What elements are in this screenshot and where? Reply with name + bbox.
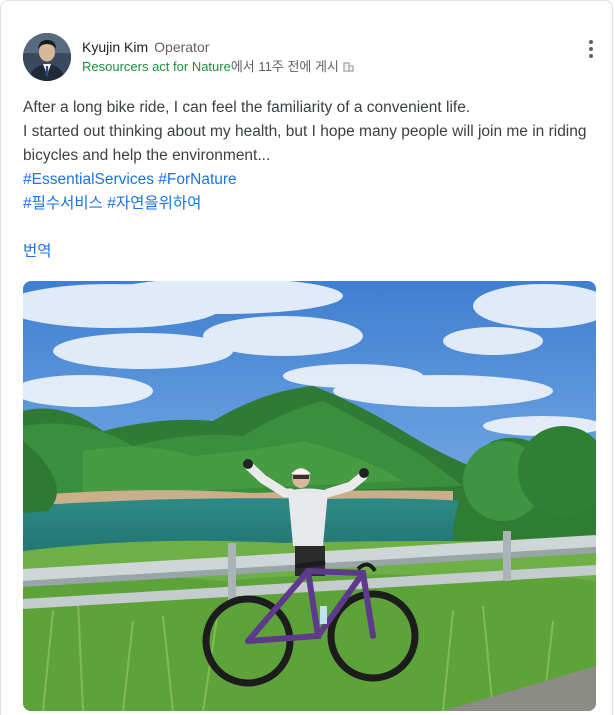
hashtag-essential-services-ko[interactable]: #필수서비스 <box>23 195 103 212</box>
post-photo[interactable] <box>23 281 596 711</box>
more-options-icon[interactable] <box>579 37 603 61</box>
hashtags: #EssentialServices #ForNature #필수서비스 #자연… <box>23 168 237 216</box>
hashtag-for-nature[interactable]: #ForNature <box>158 171 236 188</box>
author-name[interactable]: Kyujin Kim <box>82 39 148 55</box>
hashtag-essential-services[interactable]: #EssentialServices <box>23 171 154 188</box>
author-role-badge: Operator <box>154 39 210 55</box>
translate-link[interactable]: 번역 <box>23 240 52 264</box>
post-body-line: After a long bike ride, I can feel the f… <box>23 99 471 116</box>
author-line: Kyujin Kim Operator <box>82 38 209 56</box>
post-meta: Resourcers act for Nature에서 11주 전에 게시 <box>82 58 354 76</box>
building-icon <box>343 59 354 76</box>
community-link[interactable]: Resourcers act for Nature <box>82 59 231 74</box>
post-time: 에서 11주 전에 게시 <box>230 59 339 74</box>
post-body-line: I started out thinking about my health, … <box>23 123 587 164</box>
hashtag-for-nature-ko[interactable]: #자연을위하여 <box>107 195 201 212</box>
post-body: After a long bike ride, I can feel the f… <box>23 96 598 168</box>
post-card: Kyujin Kim Operator Resourcers act for Na… <box>0 0 613 715</box>
author-avatar[interactable] <box>23 33 71 81</box>
